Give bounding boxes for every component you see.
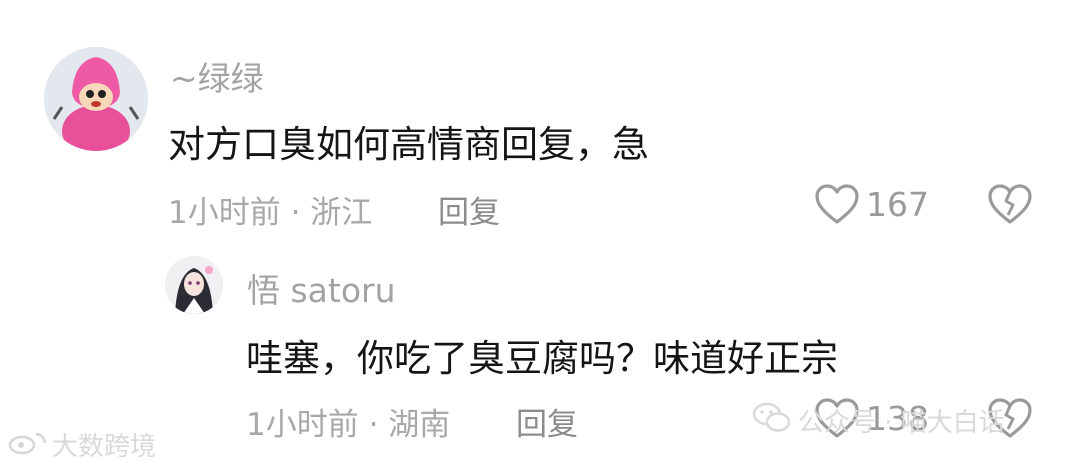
comment-text: 对方口臭如何高情商回复，急 bbox=[168, 123, 649, 166]
reply-time-location: 1小时前 · 湖南 bbox=[246, 407, 451, 443]
comment-reply-button[interactable]: 回复 bbox=[438, 187, 500, 232]
weibo-icon bbox=[8, 429, 50, 455]
reply-text: 哇塞，你吃了臭豆腐吗？味道好正宗 bbox=[246, 337, 838, 380]
reply-avatar[interactable] bbox=[165, 256, 223, 314]
watermark-left: 大数跨境 bbox=[52, 432, 157, 462]
avatar[interactable] bbox=[44, 47, 148, 151]
broken-heart-icon[interactable] bbox=[987, 183, 1033, 225]
heart-outline-icon[interactable] bbox=[814, 183, 860, 225]
comment-time-location: 1小时前 · 浙江 bbox=[168, 195, 373, 231]
comment-like-count: 167 bbox=[866, 185, 929, 224]
watermark-right: 公众号 · 喵大白话 bbox=[798, 408, 1005, 438]
reply-reply-button[interactable]: 回复 bbox=[516, 399, 578, 444]
wechat-icon bbox=[752, 401, 792, 435]
reply-username[interactable]: 悟 satoru bbox=[247, 264, 396, 312]
comment-username[interactable]: ~绿绿 bbox=[170, 52, 264, 100]
